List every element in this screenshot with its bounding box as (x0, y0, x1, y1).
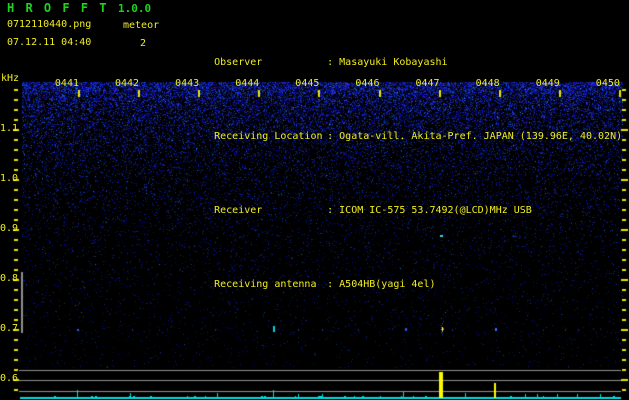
freq-axis-label: 1.0 (0, 173, 19, 184)
metadata-row-observer: Observer: Masayuki Kobayashi (178, 45, 622, 81)
metadata-value: ICOM IC-575 53.7492(@LCD)MHz USB (339, 205, 532, 216)
station-metadata: Observer: Masayuki Kobayashi Receiving Lo… (178, 7, 622, 341)
metadata-value: Masayuki Kobayashi (339, 57, 448, 68)
freq-axis-label: 0.6 (0, 373, 19, 384)
metadata-separator: : (327, 205, 334, 216)
time-axis-label: 0446 (355, 78, 380, 89)
freq-axis-label: 0.8 (0, 273, 19, 284)
metadata-row-location: Receiving Location: Ogata-vill. Akita-Pre… (178, 119, 622, 155)
capture-filename: 0712110440.png (7, 19, 92, 30)
time-axis-label: 0442 (115, 78, 140, 89)
hrofft-screen: H R O F F T 1.0.0 0712110440.png meteor … (0, 0, 629, 400)
time-axis-label: 0447 (415, 78, 440, 89)
freq-axis-label: 0.7 (0, 323, 19, 334)
metadata-label: Receiver (214, 205, 263, 216)
app-version: 1.0.0 (118, 2, 152, 15)
time-axis-label: 0443 (175, 78, 200, 89)
metadata-row-receiver: Receiver: ICOM IC-575 53.7492(@LCD)MHz US… (178, 193, 622, 229)
metadata-value: Ogata-vill. Akita-Pref. JAPAN (139.96E, … (339, 131, 623, 142)
capture-datetime: 07.12.11 04:40 (7, 37, 92, 48)
meteor-count-value: 2 (140, 38, 147, 49)
time-axis-label: 0448 (475, 78, 500, 89)
metadata-separator: : (327, 279, 334, 290)
app-title: H R O F F T (7, 1, 109, 15)
freq-axis-label: 1.1 (0, 123, 19, 134)
time-axis-label: 0441 (54, 78, 79, 89)
meteor-counter-label: meteor (123, 20, 160, 31)
metadata-separator: : (327, 131, 334, 142)
time-axis-label: 0444 (235, 78, 260, 89)
metadata-label: Receiving Location (214, 131, 323, 142)
metadata-value: A504HB(yagi 4el) (339, 279, 436, 290)
time-axis-label: 0449 (535, 78, 560, 89)
time-axis-label: 0450 (595, 78, 620, 89)
metadata-label: Receiving antenna (214, 279, 317, 290)
metadata-label: Observer (214, 57, 263, 68)
metadata-separator: : (327, 57, 334, 68)
time-axis-label: 0445 (295, 78, 320, 89)
freq-axis-label: 0.9 (0, 223, 19, 234)
freq-axis-unit-label: kHz (1, 73, 20, 84)
metadata-row-antenna: Receiving antenna: A504HB(yagi 4el) (178, 267, 622, 303)
